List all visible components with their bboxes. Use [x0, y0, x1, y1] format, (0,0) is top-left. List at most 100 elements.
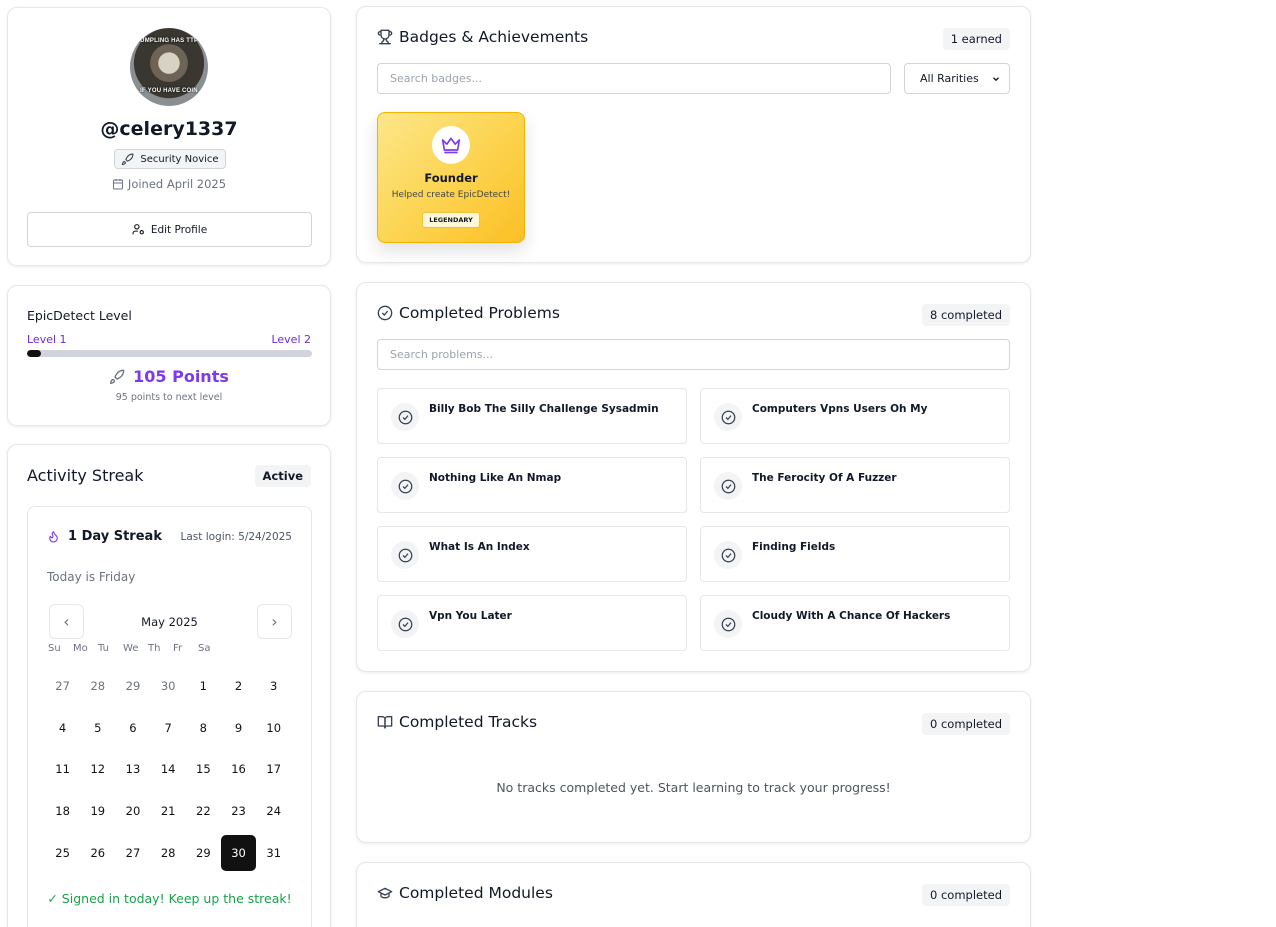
- trophy-icon: [377, 29, 393, 45]
- calendar-day[interactable]: 16: [221, 748, 256, 790]
- calendar-day-number: 27: [125, 845, 141, 860]
- calendar-day-number: 4: [58, 720, 67, 735]
- streak-heading: 1 Day Streak: [47, 529, 162, 544]
- problems-title: Completed Problems: [399, 304, 560, 322]
- chevron-down-icon: [993, 76, 999, 81]
- flame-icon: [49, 531, 58, 543]
- problem-item[interactable]: Nothing Like An Nmap: [377, 457, 687, 513]
- problem-item[interactable]: Vpn You Later: [377, 595, 687, 651]
- calendar-day[interactable]: 18: [45, 790, 80, 832]
- check-circle-icon: [391, 403, 419, 431]
- calendar-day[interactable]: 13: [115, 748, 150, 790]
- calendar-day[interactable]: 24: [256, 790, 291, 832]
- current-level: Level 1: [27, 333, 67, 346]
- problem-title: Computers Vpns Users Oh My: [752, 403, 928, 415]
- calendar-day[interactable]: 4: [45, 707, 80, 749]
- calendar-next-button[interactable]: ›: [257, 604, 292, 639]
- check-circle-icon: [714, 403, 742, 431]
- level-progress-bar: [27, 350, 312, 357]
- calendar-day[interactable]: 14: [151, 748, 186, 790]
- calendar-day[interactable]: 29: [115, 665, 150, 707]
- calendar-day[interactable]: 12: [80, 748, 115, 790]
- badge-founder[interactable]: Founder Helped create EpicDetect! LEGEND…: [377, 112, 525, 243]
- graduation-cap-icon: [377, 887, 393, 899]
- calendar-day[interactable]: 6: [115, 707, 150, 749]
- rarity-filter-value: All Rarities: [920, 72, 979, 85]
- streak-title: Activity Streak: [27, 466, 144, 485]
- problem-search-input[interactable]: [377, 339, 1010, 370]
- calendar-day[interactable]: 5: [80, 707, 115, 749]
- modules-card: Completed Modules 0 completed: [356, 862, 1031, 927]
- calendar-weekdays: Su Mo Tu We Th Fr Sa: [48, 643, 223, 654]
- points-to-next: 95 points to next level: [115, 392, 223, 403]
- calendar-day-number: 7: [164, 720, 172, 735]
- calendar-day-number: 31: [266, 845, 282, 860]
- calendar-day-number: 12: [90, 762, 106, 777]
- edit-profile-label: Edit Profile: [150, 223, 208, 236]
- check-circle-icon: [391, 610, 419, 638]
- calendar-day-number: 10: [266, 720, 282, 735]
- calendar-day[interactable]: 27: [45, 665, 80, 707]
- last-login: Last login: 5/24/2025: [180, 531, 292, 543]
- tracks-card: Completed Tracks 0 completed No tracks c…: [356, 691, 1031, 843]
- calendar-day[interactable]: 25: [45, 832, 80, 874]
- calendar-day-number: 22: [196, 803, 211, 818]
- rarity-filter-select[interactable]: All Rarities: [904, 63, 1010, 94]
- calendar-day[interactable]: 22: [186, 790, 221, 832]
- calendar-day[interactable]: 11: [45, 748, 80, 790]
- check-circle-icon: [377, 305, 393, 321]
- problem-item[interactable]: What Is An Index: [377, 526, 687, 582]
- badge-icon-circle: [432, 126, 470, 164]
- book-open-icon: [377, 716, 393, 729]
- badge-description: Helped create EpicDetect!: [391, 190, 511, 200]
- calendar-day[interactable]: 15: [186, 748, 221, 790]
- weekday-label: Tu: [98, 643, 109, 654]
- calendar-day[interactable]: 29: [186, 832, 221, 874]
- calendar-day[interactable]: 9: [221, 707, 256, 749]
- problem-item[interactable]: Billy Bob The Silly Challenge Sysadmin: [377, 388, 687, 444]
- calendar-day-number: 8: [199, 720, 207, 735]
- problem-title: Vpn You Later: [429, 610, 512, 622]
- calendar-day[interactable]: 26: [80, 832, 115, 874]
- calendar-days: 27 28 29 30 1 2 3 4 5 6 7 8 9 10 11 12 13 14 15 16 17 18 19 20 2…: [45, 665, 291, 873]
- modules-header: Completed Modules: [377, 884, 553, 902]
- problem-item[interactable]: The Ferocity Of A Fuzzer: [700, 457, 1010, 513]
- badge-search-input[interactable]: [377, 63, 891, 94]
- calendar-day[interactable]: 17: [256, 748, 291, 790]
- problems-count: 8 completed: [922, 304, 1010, 326]
- calendar-day[interactable]: 8: [186, 707, 221, 749]
- calendar-day[interactable]: 3: [256, 665, 291, 707]
- profile-card: DUMPLING HAS TTPS IF YOU HAVE COIN @cele…: [7, 7, 331, 266]
- modules-count: 0 completed: [922, 884, 1010, 906]
- calendar-day-number: 11: [55, 762, 70, 777]
- problem-item[interactable]: Computers Vpns Users Oh My: [700, 388, 1010, 444]
- calendar-day[interactable]: 21: [151, 790, 186, 832]
- problem-item[interactable]: Finding Fields: [700, 526, 1010, 582]
- check-circle-icon: [714, 472, 742, 500]
- calendar-day[interactable]: 28: [151, 832, 186, 874]
- calendar-day[interactable]: 7: [151, 707, 186, 749]
- calendar-day[interactable]: 31: [256, 832, 291, 874]
- calendar-day[interactable]: 10: [256, 707, 291, 749]
- calendar-day[interactable]: 30: [151, 665, 186, 707]
- badges-card: Badges & Achievements 1 earned All Rarit…: [356, 6, 1031, 263]
- streak-card: Activity Streak Active 1 Day Streak Last…: [7, 444, 331, 927]
- calendar-day[interactable]: 27: [115, 832, 150, 874]
- calendar-day[interactable]: 2: [221, 665, 256, 707]
- calendar-day[interactable]: 23: [221, 790, 256, 832]
- weekday-label: Su: [48, 643, 61, 654]
- problem-item[interactable]: Cloudy With A Chance Of Hackers: [700, 595, 1010, 651]
- calendar-day-number: 18: [55, 803, 70, 818]
- badge-name: Founder: [424, 171, 478, 185]
- calendar-day[interactable]: 19: [80, 790, 115, 832]
- calendar-day-number: 5: [94, 720, 102, 735]
- edit-profile-button[interactable]: Edit Profile: [27, 212, 312, 247]
- calendar-day[interactable]: 28: [80, 665, 115, 707]
- signed-in-message: ✓ Signed in today! Keep up the streak!: [47, 891, 292, 906]
- problem-title: Cloudy With A Chance Of Hackers: [752, 610, 951, 622]
- rank-label: Security Novice: [140, 153, 219, 165]
- calendar-day[interactable]: 1: [186, 665, 221, 707]
- calendar-day-selected[interactable]: 30: [220, 832, 257, 874]
- calendar-day[interactable]: 20: [115, 790, 150, 832]
- calendar-day-number: 9: [234, 720, 243, 735]
